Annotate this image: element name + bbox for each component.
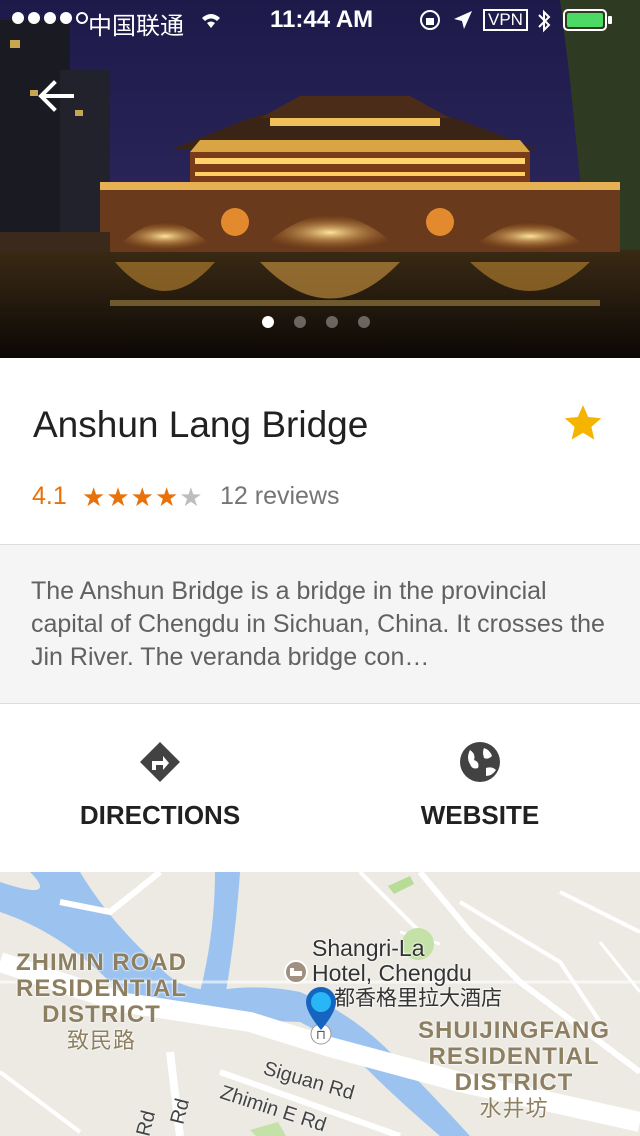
- location-arrow-icon: [454, 11, 472, 29]
- star-filled-icon: ★: [130, 482, 155, 512]
- globe-icon: [460, 742, 500, 782]
- bridge-night-photo: [0, 0, 640, 358]
- place-title: Anshun Lang Bridge: [33, 404, 369, 445]
- district-label-zhimin: ZHIMIN ROAD RESIDENTIAL DISTRICT 致民路: [16, 949, 188, 1054]
- place-header: Anshun Lang Bridge 4.1 ★★★★★ 12 reviews: [0, 358, 640, 545]
- page-dot[interactable]: [358, 316, 370, 328]
- status-bar: 中国联通 11:44 AM VPN: [0, 0, 640, 40]
- page-dot[interactable]: [326, 316, 338, 328]
- bluetooth-icon: [538, 9, 551, 33]
- description-panel[interactable]: The Anshun Bridge is a bridge in the pro…: [0, 545, 640, 704]
- website-label: WEBSITE: [420, 800, 540, 830]
- district-label-shuijingfang: SHUIJINGFANG RESIDENTIAL DISTRICT 水井坊: [418, 1017, 611, 1122]
- svg-text:⊓: ⊓: [316, 1028, 326, 1043]
- wifi-icon: [202, 14, 220, 28]
- back-arrow-icon[interactable]: [36, 76, 76, 116]
- signal-strength-icon: [12, 12, 88, 24]
- carrier-name: 中国联通: [88, 13, 184, 40]
- gallery-pagination[interactable]: [262, 316, 370, 328]
- star-filled-icon: ★: [82, 482, 107, 512]
- clock: 11:44 AM: [270, 6, 374, 33]
- saved-star-icon[interactable]: [562, 402, 604, 444]
- hotel-label[interactable]: Shangri-La Hotel, Chengdu 都香格里拉大酒店: [312, 936, 502, 1011]
- rating-stars: ★★★★★: [82, 482, 204, 513]
- battery-icon: [563, 9, 612, 31]
- website-button[interactable]: WEBSITE: [320, 704, 640, 872]
- star-empty-icon: ★: [179, 482, 204, 512]
- description-text: The Anshun Bridge is a bridge in the pro…: [31, 577, 605, 671]
- hotel-icon[interactable]: [284, 960, 308, 984]
- place-photo[interactable]: [0, 0, 640, 358]
- location-map[interactable]: ZHIMIN ROAD RESIDENTIAL DISTRICT 致民路 Sha…: [0, 872, 640, 1136]
- directions-label: DIRECTIONS: [79, 800, 241, 830]
- directions-button[interactable]: DIRECTIONS: [0, 704, 320, 872]
- page-dot-active[interactable]: [262, 316, 274, 328]
- directions-icon: [140, 742, 180, 782]
- vpn-badge: VPN: [483, 9, 528, 31]
- rating-value: 4.1: [32, 482, 67, 510]
- page-dot[interactable]: [294, 316, 306, 328]
- orientation-lock-icon: [420, 10, 440, 30]
- action-bar: DIRECTIONS WEBSITE: [0, 704, 640, 872]
- location-pin-icon[interactable]: ⊓: [302, 984, 340, 1046]
- star-filled-icon: ★: [106, 482, 131, 512]
- reviews-link[interactable]: 12 reviews: [220, 482, 340, 511]
- star-filled-icon: ★: [154, 482, 180, 512]
